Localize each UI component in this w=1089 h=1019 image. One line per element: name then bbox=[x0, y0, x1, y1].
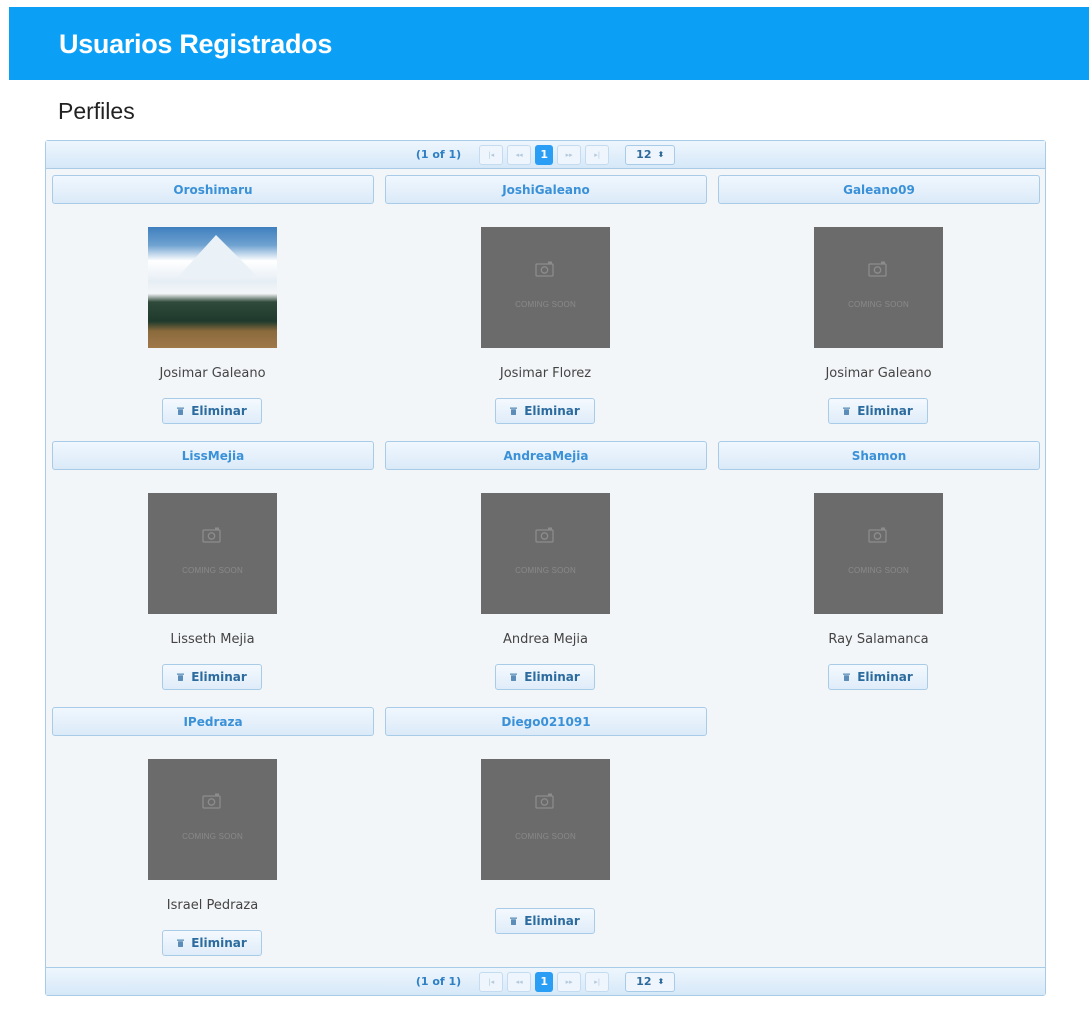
section-title: Perfiles bbox=[58, 98, 135, 124]
profile-username: Oroshimaru bbox=[52, 175, 374, 204]
prev-page-icon[interactable]: ◂◂ bbox=[507, 971, 532, 992]
profile-photo-placeholder: COMING SOON bbox=[148, 759, 277, 880]
delete-button[interactable]: Eliminar bbox=[162, 664, 262, 690]
coming-soon-label: COMING SOON bbox=[182, 566, 243, 575]
profile-card: Diego021091 COMING SOON Eliminar bbox=[379, 702, 712, 968]
trash-icon bbox=[510, 673, 518, 681]
profile-fullname: Lisseth Mejia bbox=[170, 632, 255, 647]
delete-button-label: Eliminar bbox=[857, 404, 913, 418]
delete-button[interactable]: Eliminar bbox=[162, 398, 262, 424]
select-caret-icon: ⬍ bbox=[657, 150, 665, 159]
select-caret-icon: ⬍ bbox=[657, 977, 665, 986]
profile-fullname: Ray Salamanca bbox=[828, 632, 929, 647]
delete-button-label: Eliminar bbox=[524, 914, 580, 928]
delete-button-label: Eliminar bbox=[191, 670, 247, 684]
paginator-bottom: (1 of 1) |◂ ◂◂ 1 ▸▸ ▸| 12 ⬍ bbox=[46, 967, 1045, 995]
rows-per-page-value: 12 bbox=[636, 975, 652, 988]
profile-username: JoshiGaleano bbox=[385, 175, 707, 204]
profile-username: Galeano09 bbox=[718, 175, 1040, 204]
profile-username: AndreaMejia bbox=[385, 441, 707, 470]
profile-card: JoshiGaleano COMING SOON Josimar Florez Eli… bbox=[379, 170, 712, 436]
profile-username: IPedraza bbox=[52, 707, 374, 736]
profile-fullname: Israel Pedraza bbox=[166, 898, 259, 913]
camera-icon bbox=[535, 261, 554, 277]
rows-per-page-select[interactable]: 12 ⬍ bbox=[625, 144, 676, 165]
delete-button-label: Eliminar bbox=[191, 936, 247, 950]
page-report: (1 of 1) bbox=[415, 975, 462, 988]
coming-soon-label: COMING SOON bbox=[848, 566, 909, 575]
page-number-button[interactable]: 1 bbox=[535, 144, 554, 165]
profiles-dataview: (1 of 1) |◂ ◂◂ 1 ▸▸ ▸| 12 ⬍ Oroshimaru Jo… bbox=[45, 140, 1046, 996]
coming-soon-label: COMING SOON bbox=[182, 832, 243, 841]
delete-button[interactable]: Eliminar bbox=[828, 664, 928, 690]
coming-soon-label: COMING SOON bbox=[515, 300, 576, 309]
delete-button-label: Eliminar bbox=[524, 404, 580, 418]
delete-button-label: Eliminar bbox=[524, 670, 580, 684]
profile-fullname: Andrea Mejia bbox=[503, 632, 588, 647]
delete-button[interactable]: Eliminar bbox=[495, 664, 595, 690]
profile-card: Oroshimaru Josimar Galeano Eliminar bbox=[46, 170, 379, 436]
page-title: Usuarios Registrados bbox=[59, 29, 333, 59]
mountain-peak bbox=[178, 235, 258, 277]
profile-photo-placeholder: COMING SOON bbox=[481, 759, 610, 880]
profile-photo-placeholder: COMING SOON bbox=[814, 227, 943, 348]
last-page-icon[interactable]: ▸| bbox=[585, 971, 610, 992]
page-number-button[interactable]: 1 bbox=[535, 971, 554, 992]
page-report: (1 of 1) bbox=[415, 148, 462, 161]
profile-photo-placeholder: COMING SOON bbox=[148, 493, 277, 614]
profile-photo-placeholder: COMING SOON bbox=[481, 493, 610, 614]
trash-icon bbox=[843, 673, 851, 681]
coming-soon-label: COMING SOON bbox=[515, 832, 576, 841]
profile-username: Shamon bbox=[718, 441, 1040, 470]
page-header: Usuarios Registrados bbox=[9, 7, 1089, 80]
trash-icon bbox=[510, 917, 518, 925]
profile-card: IPedraza COMING SOON Israel Pedraza Elimina… bbox=[46, 702, 379, 968]
delete-button-label: Eliminar bbox=[191, 404, 247, 418]
delete-button[interactable]: Eliminar bbox=[828, 398, 928, 424]
next-page-icon[interactable]: ▸▸ bbox=[557, 144, 582, 165]
trash-icon bbox=[177, 939, 185, 947]
delete-button-label: Eliminar bbox=[857, 670, 913, 684]
camera-icon bbox=[535, 527, 554, 543]
camera-icon bbox=[202, 793, 221, 809]
profile-card: LissMejia COMING SOON Lisseth Mejia Elimina… bbox=[46, 436, 379, 702]
coming-soon-label: COMING SOON bbox=[848, 300, 909, 309]
camera-icon bbox=[202, 527, 221, 543]
rows-per-page-select[interactable]: 12 ⬍ bbox=[625, 971, 676, 992]
profile-username: Diego021091 bbox=[385, 707, 707, 736]
profile-fullname: Josimar Galeano bbox=[159, 366, 266, 381]
profile-card: Galeano09 COMING SOON Josimar Galeano Elimi… bbox=[712, 170, 1045, 436]
camera-icon bbox=[535, 793, 554, 809]
profile-username: LissMejia bbox=[52, 441, 374, 470]
first-page-icon[interactable]: |◂ bbox=[479, 144, 504, 165]
coming-soon-label: COMING SOON bbox=[515, 566, 576, 575]
profile-photo bbox=[148, 227, 277, 348]
profile-card: AndreaMejia COMING SOON Andrea Mejia Elimin… bbox=[379, 436, 712, 702]
trash-icon bbox=[843, 407, 851, 415]
delete-button[interactable]: Eliminar bbox=[495, 398, 595, 424]
first-page-icon[interactable]: |◂ bbox=[479, 971, 504, 992]
next-page-icon[interactable]: ▸▸ bbox=[557, 971, 582, 992]
profile-fullname: Josimar Florez bbox=[499, 366, 592, 381]
profile-photo-placeholder: COMING SOON bbox=[814, 493, 943, 614]
profile-photo-placeholder: COMING SOON bbox=[481, 227, 610, 348]
trash-icon bbox=[510, 407, 518, 415]
trash-icon bbox=[177, 673, 185, 681]
paginator-top: (1 of 1) |◂ ◂◂ 1 ▸▸ ▸| 12 ⬍ bbox=[46, 141, 1045, 169]
prev-page-icon[interactable]: ◂◂ bbox=[507, 144, 532, 165]
profile-fullname: Josimar Galeano bbox=[825, 366, 932, 381]
profile-card: Shamon COMING SOON Ray Salamanca Eliminar bbox=[712, 436, 1045, 702]
last-page-icon[interactable]: ▸| bbox=[585, 144, 610, 165]
camera-icon bbox=[868, 527, 887, 543]
trash-icon bbox=[177, 407, 185, 415]
rows-per-page-value: 12 bbox=[636, 148, 652, 161]
delete-button[interactable]: Eliminar bbox=[495, 908, 595, 934]
camera-icon bbox=[868, 261, 887, 277]
delete-button[interactable]: Eliminar bbox=[162, 930, 262, 956]
